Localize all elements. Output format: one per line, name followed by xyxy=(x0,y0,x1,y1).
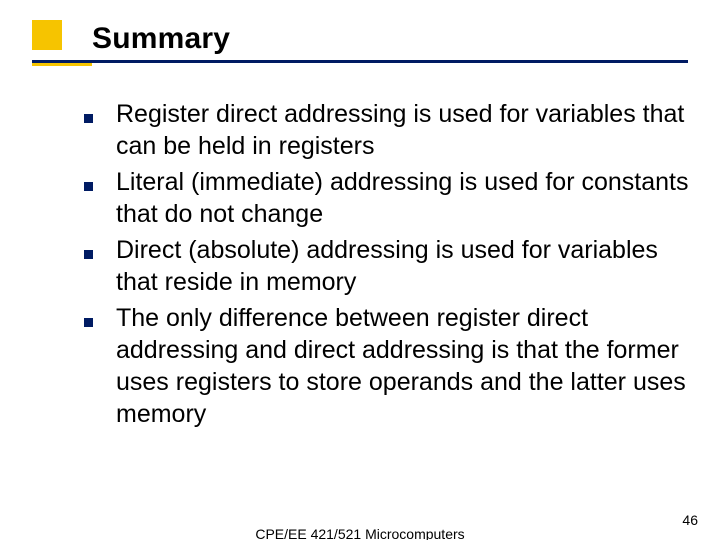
list-item: Literal (immediate) addressing is used f… xyxy=(78,166,700,230)
content: Register direct addressing is used for v… xyxy=(78,98,700,434)
title-rule xyxy=(32,60,688,63)
list-item-text: The only difference between register dir… xyxy=(116,302,700,430)
bullet-icon xyxy=(78,108,98,128)
title-rule-accent xyxy=(32,63,92,66)
bullet-icon xyxy=(78,244,98,264)
bullet-icon xyxy=(78,176,98,196)
slide-title: Summary xyxy=(92,22,690,56)
list-item: Direct (absolute) addressing is used for… xyxy=(78,234,700,298)
list-item-text: Literal (immediate) addressing is used f… xyxy=(116,166,700,230)
slide: Summary Register direct addressing is us… xyxy=(0,0,720,540)
title-wrap: Summary xyxy=(92,22,690,56)
course-label: CPE/EE 421/521 Microcomputers xyxy=(0,526,720,540)
title-accent-block xyxy=(32,20,62,50)
bullet-icon xyxy=(78,312,98,332)
list-item-text: Direct (absolute) addressing is used for… xyxy=(116,234,700,298)
list-item-text: Register direct addressing is used for v… xyxy=(116,98,700,162)
page-number: 46 xyxy=(682,512,698,528)
list-item: The only difference between register dir… xyxy=(78,302,700,430)
list-item: Register direct addressing is used for v… xyxy=(78,98,700,162)
